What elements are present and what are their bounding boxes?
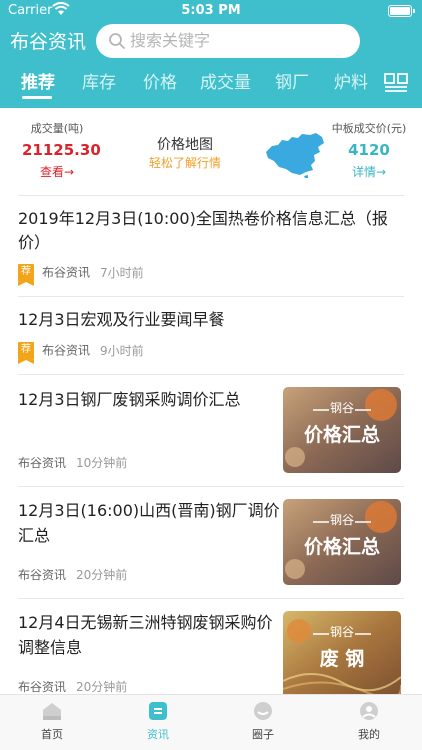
header-bar: Carrier 5:03 PM 布谷资讯 搜索关键字 推荐 库存 价格 成交量 … [0,0,422,108]
news-source: 布谷资讯 [18,680,67,694]
divider [18,374,404,375]
clock: 5:03 PM [181,3,241,18]
search-placeholder: 搜索关键字 [130,31,211,50]
price-map-subtitle[interactable]: 轻松了解行情 [140,155,230,171]
tab-steel-mill[interactable]: 钢厂 [275,72,309,94]
divider [18,486,404,487]
plate-price-stat: 中板成交价(元) 4120 详情→ [330,122,408,180]
news-meta: 布谷资讯 20分钟前 [18,567,127,583]
tabbar-home[interactable]: 首页 [22,701,82,742]
news-meta: 布谷资讯 20分钟前 [18,679,127,695]
tab-volume[interactable]: 成交量 [200,72,251,94]
tabbar-profile-label: 我的 [358,728,380,741]
active-tab-indicator [22,96,52,99]
news-title[interactable]: 2019年12月3日(10:00)全国热卷价格信息汇总（报 [18,206,388,232]
thumbnail-brand: 钢谷 [329,625,354,639]
volume-stat: 成交量(吨) 21125.30 查看→ [22,122,101,180]
news-title[interactable]: 12月3日宏观及行业要闻早餐 [18,307,225,333]
tab-furnace-material[interactable]: 炉料 [334,72,368,94]
news-thumbnail[interactable]: 钢谷 价格汇总 [283,499,401,585]
tabbar-profile[interactable]: 我的 [339,701,399,742]
thumbnail-caption: 价格汇总 [303,536,380,558]
news-meta: 布谷资讯 10分钟前 [18,455,127,471]
plate-price-value: 4120 [348,141,390,159]
tab-inventory[interactable]: 库存 [82,72,116,94]
search-icon [108,32,126,54]
news-time: 7小时前 [100,265,144,280]
thumbnail-brand: 钢谷 [329,513,354,527]
news-source: 布谷资讯 [42,343,91,358]
thumbnail-caption: 废 钢 [319,648,365,670]
recommended-badge: 荐 [18,342,34,364]
tab-price[interactable]: 价格 [143,72,177,94]
category-tabs: 推荐 库存 价格 成交量 钢厂 炉料 [0,66,422,108]
grid-menu-icon[interactable] [384,73,408,97]
plate-price-details-link[interactable]: 详情→ [330,164,408,180]
tabbar-home-label: 首页 [41,728,63,741]
tabbar-circle[interactable]: 圈子 [233,701,293,742]
news-source: 布谷资讯 [18,568,67,582]
divider [18,296,404,297]
plate-price-label: 中板成交价(元) [331,122,407,135]
app-brand: 布谷资讯 [10,31,87,53]
market-stats: 成交量(吨) 21125.30 查看→ 价格地图 轻松了解行情 中板成交价(元)… [0,108,422,196]
recommended-badge: 荐 [18,264,34,286]
volume-value: 21125.30 [22,141,101,159]
tabbar-news[interactable]: 资讯 [128,701,188,742]
news-meta: 荐布谷资讯 7小时前 [18,264,144,286]
search-input[interactable]: 搜索关键字 [96,24,360,58]
china-map-icon[interactable] [264,132,326,182]
news-source: 布谷资讯 [18,456,67,470]
news-time: 20分钟前 [76,568,128,582]
news-title-line2[interactable]: 汇总 [18,523,50,549]
news-time: 10分钟前 [76,456,128,470]
volume-view-link[interactable]: 查看→ [22,164,92,180]
battery-icon [388,5,415,17]
bottom-tab-bar: 首页 资讯 圈子 我的 [0,694,422,750]
thumbnail-brand: 钢谷 [329,401,354,415]
news-icon [128,701,188,725]
thumbnail-caption: 价格汇总 [303,424,380,446]
tab-recommended[interactable]: 推荐 [21,72,55,94]
divider [18,195,404,196]
news-title-line2[interactable]: 价） [18,230,50,256]
news-thumbnail[interactable]: 钢谷 价格汇总 [283,387,401,473]
divider [18,598,404,599]
news-thumbnail[interactable]: 钢谷 废 钢 [283,611,401,694]
news-title[interactable]: 12月3日(16:00)山西(晋南)钢厂调价 [18,498,280,524]
news-source: 布谷资讯 [42,265,91,280]
news-time: 20分钟前 [76,680,128,694]
home-icon [22,701,82,725]
volume-label: 成交量(吨) [30,122,84,135]
tabbar-circle-label: 圈子 [252,728,274,741]
circle-icon [233,701,293,725]
news-time: 9小时前 [100,343,144,358]
status-bar: Carrier 5:03 PM [0,0,422,22]
news-title[interactable]: 12月3日钢厂废钢采购调价汇总 [18,387,241,413]
news-title[interactable]: 12月4日无锡新三洲特钢废钢采购价 [18,610,273,636]
price-map-title[interactable]: 价格地图 [140,136,230,154]
news-meta: 荐布谷资讯 9小时前 [18,342,144,364]
news-title-line2[interactable]: 调整信息 [18,635,82,661]
profile-icon [339,701,399,725]
tabbar-news-label: 资讯 [147,728,169,741]
